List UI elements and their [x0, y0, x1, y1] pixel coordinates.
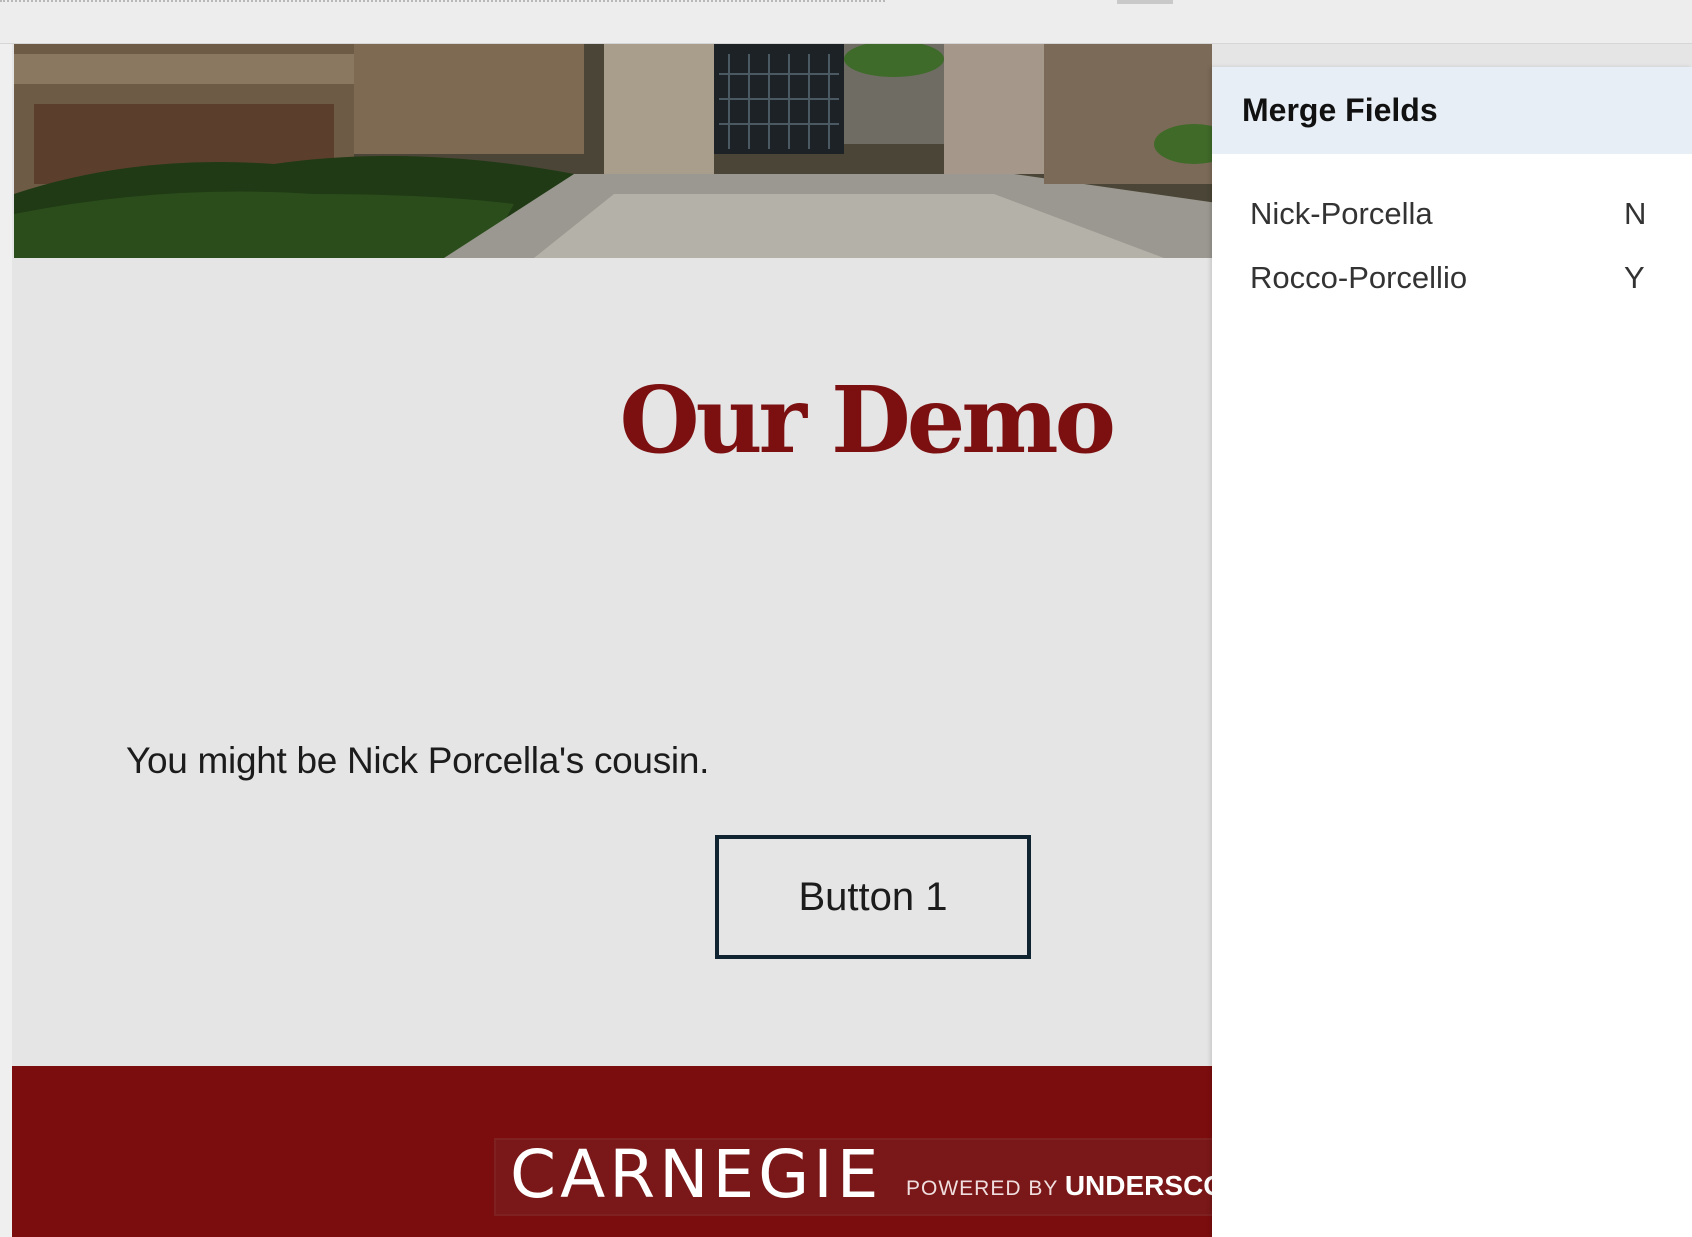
merge-fields-title: Merge Fields	[1242, 92, 1438, 128]
powered-by-brand: UNDERSCO	[1064, 1170, 1212, 1201]
editor-toolbar	[0, 0, 1692, 44]
carnegie-logo: CARNEGIE POWERED BY UNDERSCO	[494, 1138, 1212, 1216]
powered-by-text: POWERED BY	[906, 1177, 1058, 1200]
toolbar-divider	[0, 0, 885, 4]
canvas-gutter	[0, 44, 12, 1237]
merge-fields-panel: Merge Fields Nick-Porcella N Rocco-Porce…	[1212, 67, 1692, 1237]
merge-field-row[interactable]: Rocco-Porcellio Y	[1212, 246, 1692, 310]
email-footer: CARNEGIE POWERED BY UNDERSCO	[12, 1066, 1212, 1237]
merge-field-name: Nick-Porcella	[1250, 196, 1433, 231]
merge-field-row[interactable]: Nick-Porcella N	[1212, 182, 1692, 246]
logo-wordmark: CARNEGIE	[510, 1136, 883, 1213]
email-canvas: Our Demo You might be Nick Porcella's co…	[12, 44, 1212, 1237]
cta-button[interactable]: Button 1	[715, 835, 1031, 959]
campus-walkway-photo	[14, 44, 1212, 258]
merge-fields-header: Merge Fields	[1212, 67, 1692, 154]
email-body-text: You might be Nick Porcella's cousin.	[126, 740, 710, 781]
merge-fields-list: Nick-Porcella N Rocco-Porcellio Y	[1212, 154, 1692, 310]
email-title: Our Demo	[619, 366, 1116, 474]
merge-field-value: Y	[1624, 260, 1645, 295]
powered-by-label: POWERED BY UNDERSCO	[906, 1170, 1212, 1202]
toolbar-handle[interactable]	[1117, 0, 1173, 4]
hero-image	[14, 44, 1212, 258]
email-editor: Our Demo You might be Nick Porcella's co…	[0, 0, 1692, 1237]
merge-field-value: N	[1624, 196, 1647, 231]
merge-field-name: Rocco-Porcellio	[1250, 260, 1468, 295]
